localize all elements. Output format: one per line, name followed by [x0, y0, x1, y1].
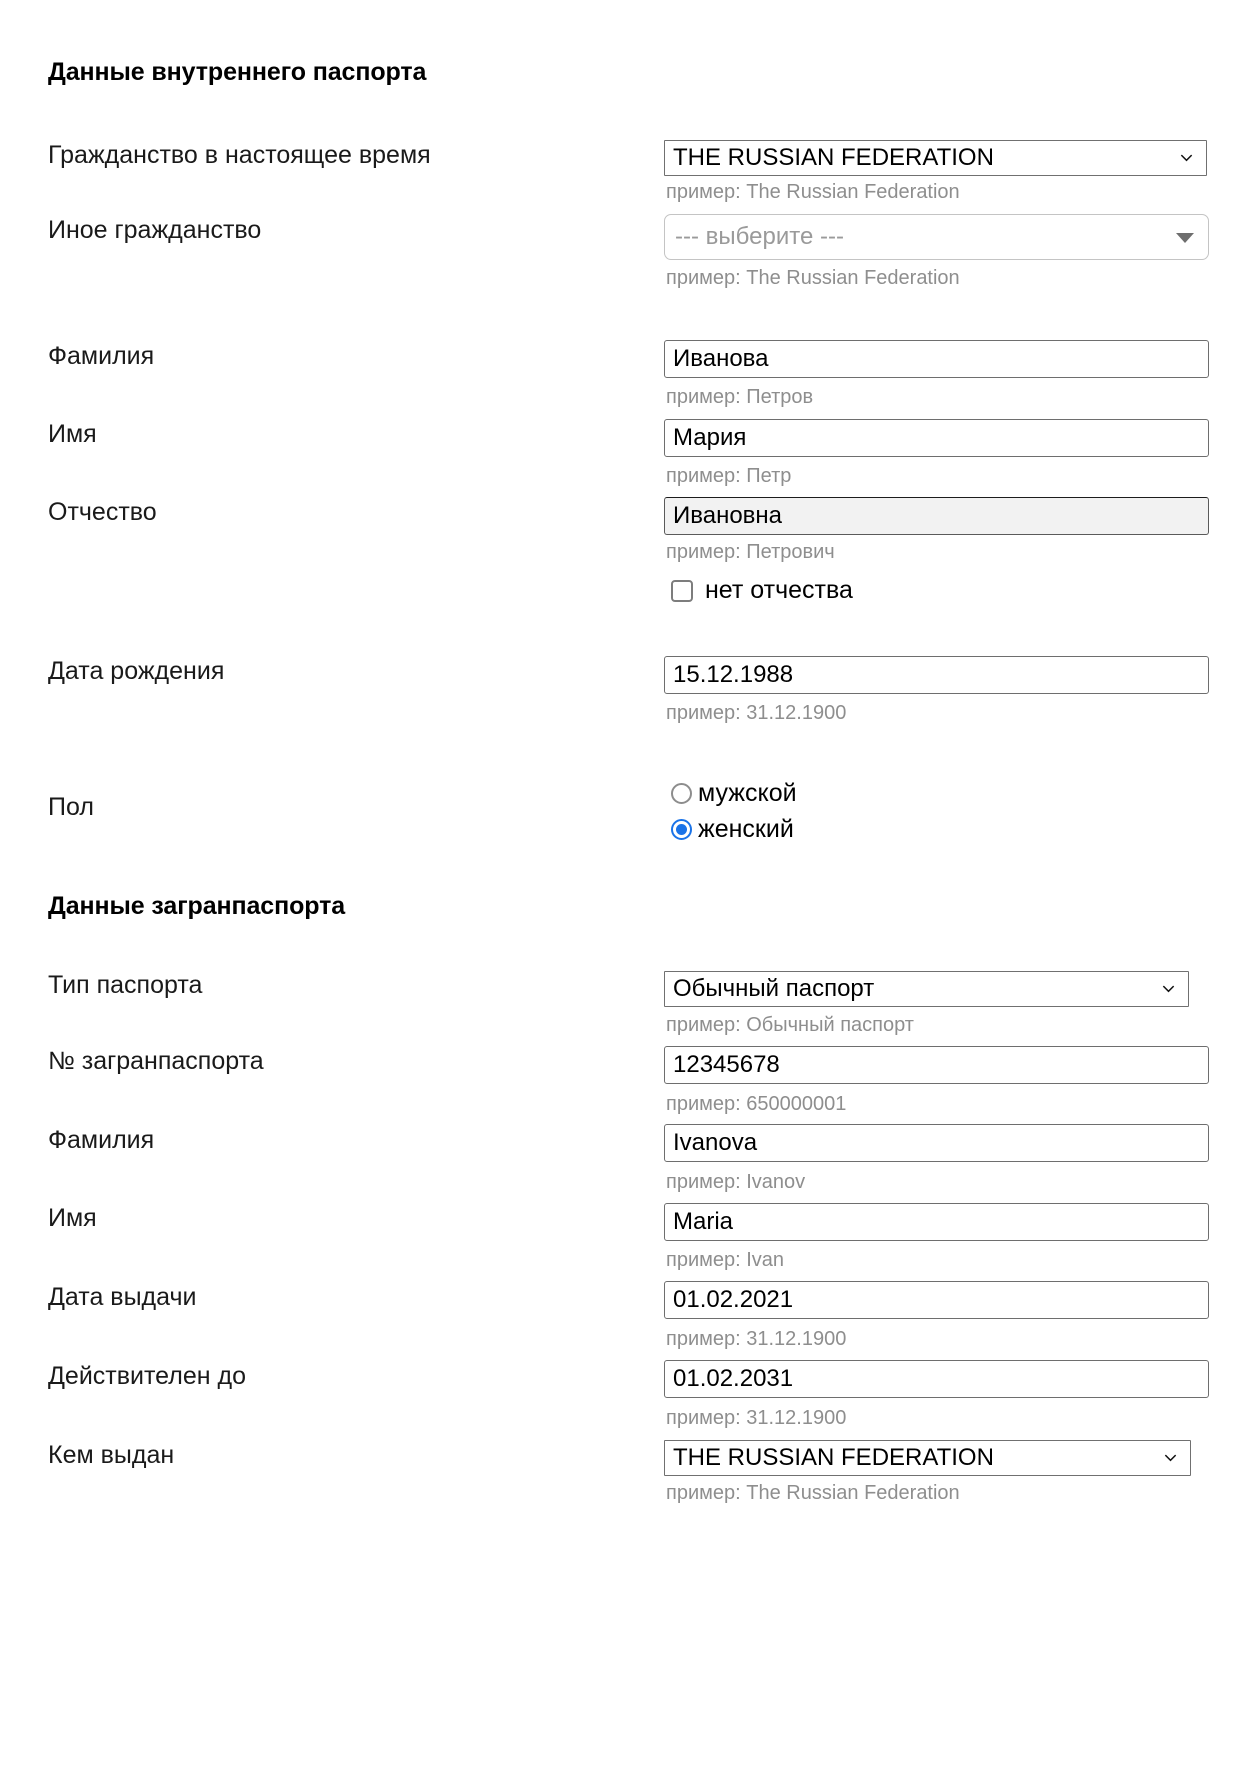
section-heading-foreign-passport: Данные загранпаспорта [48, 892, 346, 920]
hint-last-name-lat: пример: Ivanov [666, 1171, 806, 1193]
valid-until-input[interactable]: 01.02.2031 [664, 1360, 1209, 1398]
section-heading-internal-passport: Данные внутреннего паспорта [48, 58, 427, 86]
first-name-ru-input[interactable]: Мария [664, 419, 1209, 457]
no-patronymic-checkbox-row[interactable]: нет отчества [671, 576, 853, 605]
label-last-name-lat: Фамилия [48, 1126, 155, 1154]
passport-type-select[interactable]: Обычный паспорт [664, 971, 1189, 1007]
hint-first-name-ru: пример: Петр [666, 465, 792, 487]
no-patronymic-label: нет отчества [705, 576, 853, 604]
label-sex: Пол [48, 793, 94, 821]
sex-option-male[interactable]: мужской [671, 779, 797, 808]
passport-number-input[interactable]: 12345678 [664, 1046, 1209, 1084]
hint-first-name-lat: пример: Ivan [666, 1249, 785, 1271]
last-name-lat-input[interactable]: Ivanova [664, 1124, 1209, 1162]
citizenship-current-value: THE RUSSIAN FEDERATION [673, 144, 994, 171]
hint-passport-number: пример: 650000001 [666, 1093, 847, 1115]
sex-option-male-label: мужской [698, 779, 797, 807]
chevron-down-icon [1161, 981, 1176, 996]
label-passport-type: Тип паспорта [48, 971, 203, 999]
label-citizenship-current: Гражданство в настоящее время [48, 141, 431, 169]
label-last-name-ru: Фамилия [48, 342, 155, 370]
hint-issue-date: пример: 31.12.1900 [666, 1328, 847, 1350]
citizenship-current-select[interactable]: THE RUSSIAN FEDERATION [664, 140, 1207, 176]
radio-male[interactable] [671, 783, 692, 804]
sex-option-female-label: женский [698, 815, 794, 843]
label-passport-number: № загранпаспорта [48, 1047, 264, 1075]
issued-by-value: THE RUSSIAN FEDERATION [673, 1444, 994, 1471]
triangle-down-icon [1176, 233, 1194, 243]
label-birth-date: Дата рождения [48, 657, 225, 685]
first-name-lat-input[interactable]: Maria [664, 1203, 1209, 1241]
passport-type-value: Обычный паспорт [673, 975, 875, 1002]
issue-date-input[interactable]: 01.02.2021 [664, 1281, 1209, 1319]
no-patronymic-checkbox[interactable] [671, 579, 693, 602]
hint-valid-until: пример: 31.12.1900 [666, 1407, 847, 1429]
chevron-down-icon [1179, 150, 1194, 165]
hint-passport-type: пример: Обычный паспорт [666, 1014, 914, 1036]
hint-patronymic-ru: пример: Петрович [666, 541, 835, 563]
label-first-name-ru: Имя [48, 420, 97, 448]
citizenship-other-placeholder: --- выберите --- [675, 223, 844, 250]
hint-issued-by: пример: The Russian Federation [666, 1482, 960, 1504]
last-name-ru-input[interactable]: Иванова [664, 340, 1209, 378]
radio-female[interactable] [671, 819, 692, 840]
hint-citizenship-other: пример: The Russian Federation [666, 267, 960, 289]
hint-birth-date: пример: 31.12.1900 [666, 702, 847, 724]
hint-last-name-ru: пример: Петров [666, 386, 814, 408]
passport-data-form: Данные внутреннего паспорта Гражданство … [0, 0, 1260, 1775]
hint-citizenship-current: пример: The Russian Federation [666, 181, 960, 203]
chevron-down-icon [1163, 1450, 1178, 1465]
issued-by-select[interactable]: THE RUSSIAN FEDERATION [664, 1440, 1191, 1476]
sex-option-female[interactable]: женский [671, 815, 794, 844]
label-citizenship-other: Иное гражданство [48, 216, 262, 244]
citizenship-other-select[interactable]: --- выберите --- [664, 214, 1209, 260]
label-issue-date: Дата выдачи [48, 1283, 197, 1311]
label-issued-by: Кем выдан [48, 1441, 175, 1469]
label-first-name-lat: Имя [48, 1204, 97, 1232]
label-valid-until: Действителен до [48, 1362, 246, 1390]
label-patronymic-ru: Отчество [48, 498, 157, 526]
birth-date-input[interactable]: 15.12.1988 [664, 656, 1209, 694]
patronymic-ru-input[interactable]: Ивановна [664, 497, 1209, 535]
